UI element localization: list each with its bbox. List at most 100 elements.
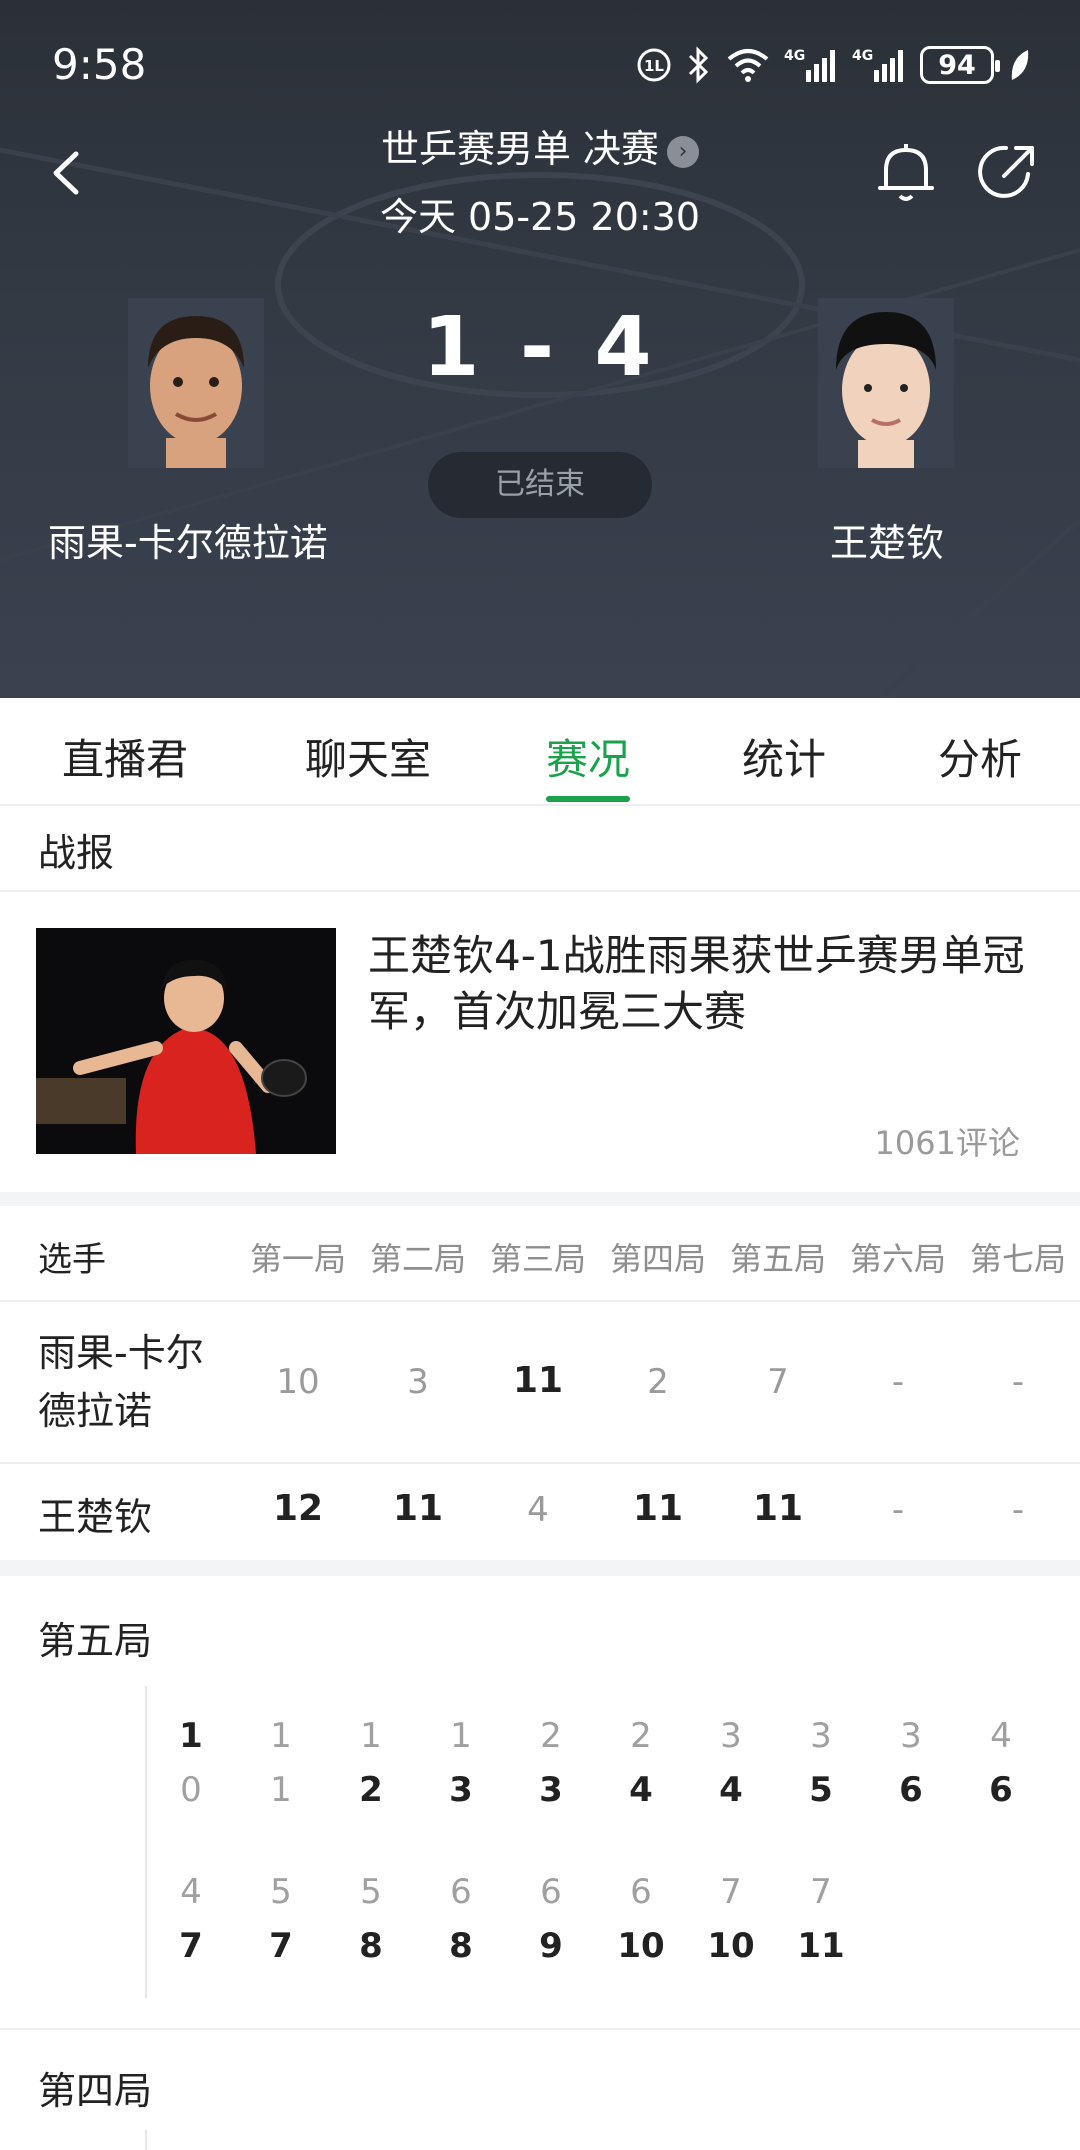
point-score: 4 [990,1716,1012,1756]
point-score: 7 [179,1926,203,1966]
point-score: 4 [180,1872,202,1912]
point-score: 11 [797,1926,845,1966]
player-right-name[interactable]: 王楚钦 [830,512,944,567]
hd-call-icon: 1L [637,48,671,82]
clock: 9:58 [52,40,147,89]
point-score: 2 [359,1770,383,1810]
point-score: 3 [539,1770,563,1810]
point-score: 4 [629,1770,653,1810]
player-name-line: 德拉诺 [38,1389,153,1433]
game-score: 12 [272,1488,324,1529]
point-score: 3 [810,1716,832,1756]
point-score: 2 [630,1716,652,1756]
status-bar: 9:58 1L 4G 4G 94 [0,0,1080,130]
news-headline[interactable]: 王楚钦4-1战胜雨果获世乒赛男单冠军，首次加冕三大赛 [368,928,1028,1040]
table-header-game: 第一局 [249,1240,346,1278]
table-header-game: 第二局 [369,1240,466,1278]
timeline-line [145,1686,147,1998]
match-score: 1 - 4 [422,300,658,395]
news-section-title: 战报 [38,831,115,875]
game-score: 4 [527,1490,549,1530]
game-score: 11 [392,1488,444,1529]
point-score: 1 [360,1716,382,1756]
game-score: 2 [647,1362,669,1402]
status-icons: 1L 4G 4G 94 [636,46,1030,84]
battery-indicator: 94 [920,46,1000,84]
point-score: 4 [719,1770,743,1810]
share-icon[interactable] [976,140,1040,204]
game4-title: 第四局 [38,2069,153,2113]
point-score: 8 [449,1926,473,1966]
point-score: 5 [809,1770,833,1810]
point-score: 6 [989,1770,1013,1810]
game-score: 7 [767,1362,789,1402]
svg-text:4G: 4G [784,48,805,64]
leaf-icon [1011,50,1029,80]
divider [0,2028,1080,2030]
table-header-player: 选手 [38,1240,106,1280]
table-header-game: 第五局 [729,1240,826,1278]
point-score: 7 [810,1872,832,1912]
point-score: 3 [900,1716,922,1756]
game-score: - [891,1362,905,1402]
point-score: 6 [540,1872,562,1912]
divider [0,1300,1080,1302]
point-score: 6 [630,1872,652,1912]
player-left-name[interactable]: 雨果-卡尔德拉诺 [48,512,328,567]
table-header-game: 第六局 [849,1240,946,1278]
wifi-icon [727,49,769,82]
table-header-game: 第七局 [969,1240,1066,1278]
point-score: 5 [270,1872,292,1912]
news-comment-count[interactable]: 1061评论 [875,1118,1020,1164]
point-score: 3 [720,1716,742,1756]
divider [0,1462,1080,1464]
game5-title: 第五局 [38,1619,153,1663]
tab-match-status[interactable]: 赛况 [546,726,630,787]
point-score: 2 [540,1716,562,1756]
point-score: 7 [269,1926,293,1966]
point-score: 6 [899,1770,923,1810]
table-header-game: 第三局 [489,1240,586,1278]
table-header-game: 第四局 [609,1240,706,1278]
tab-bar: 直播君 聊天室 赛况 统计 分析 [0,698,1080,806]
signal-4g-icon-2: 4G [852,48,903,82]
bluetooth-icon [688,46,709,84]
table-row-player: 王楚钦 [38,1495,153,1539]
game-score: 10 [276,1362,320,1402]
tab-stats[interactable]: 统计 [742,726,826,787]
chevron-right-icon: › [667,136,700,168]
game-score: 3 [407,1362,429,1402]
tab-analysis[interactable]: 分析 [938,726,1022,787]
match-status-badge: 已结束 [428,452,652,518]
svg-text:1L: 1L [644,57,664,75]
player-name-line: 雨果-卡尔 [38,1331,204,1375]
point-score: 10 [707,1926,755,1966]
point-score: 7 [720,1872,742,1912]
point-score: 3 [449,1770,473,1810]
game-score: 11 [512,1360,564,1401]
point-score: 1 [270,1770,292,1810]
point-score: 6 [450,1872,472,1912]
game-score: - [1011,1362,1025,1402]
game-score: - [1011,1490,1025,1530]
signal-4g-icon: 4G [784,48,835,82]
divider [0,890,1080,892]
tab-chat[interactable]: 聊天室 [305,726,431,787]
game-score: 11 [632,1488,684,1529]
table-row-player: 雨果-卡尔 德拉诺 [38,1324,204,1440]
section-gap [0,1192,1080,1206]
news-thumbnail[interactable] [36,928,336,1154]
bell-icon[interactable] [876,140,936,204]
match-header: 9:58 1L 4G 4G 94 世乒赛男单 决赛 › 今天 05-25 20:3… [0,0,1080,698]
tab-live[interactable]: 直播君 [62,726,188,787]
match-title-text: 世乒赛男单 决赛 [380,127,660,171]
game-score: 11 [752,1488,804,1529]
section-gap [0,1560,1080,1576]
point-score: 5 [360,1872,382,1912]
active-tab-indicator [546,796,630,802]
point-score: 9 [539,1926,563,1966]
point-score: 8 [359,1926,383,1966]
point-score: 1 [179,1716,203,1756]
timeline-line [145,2130,147,2150]
point-score: 1 [270,1716,292,1756]
